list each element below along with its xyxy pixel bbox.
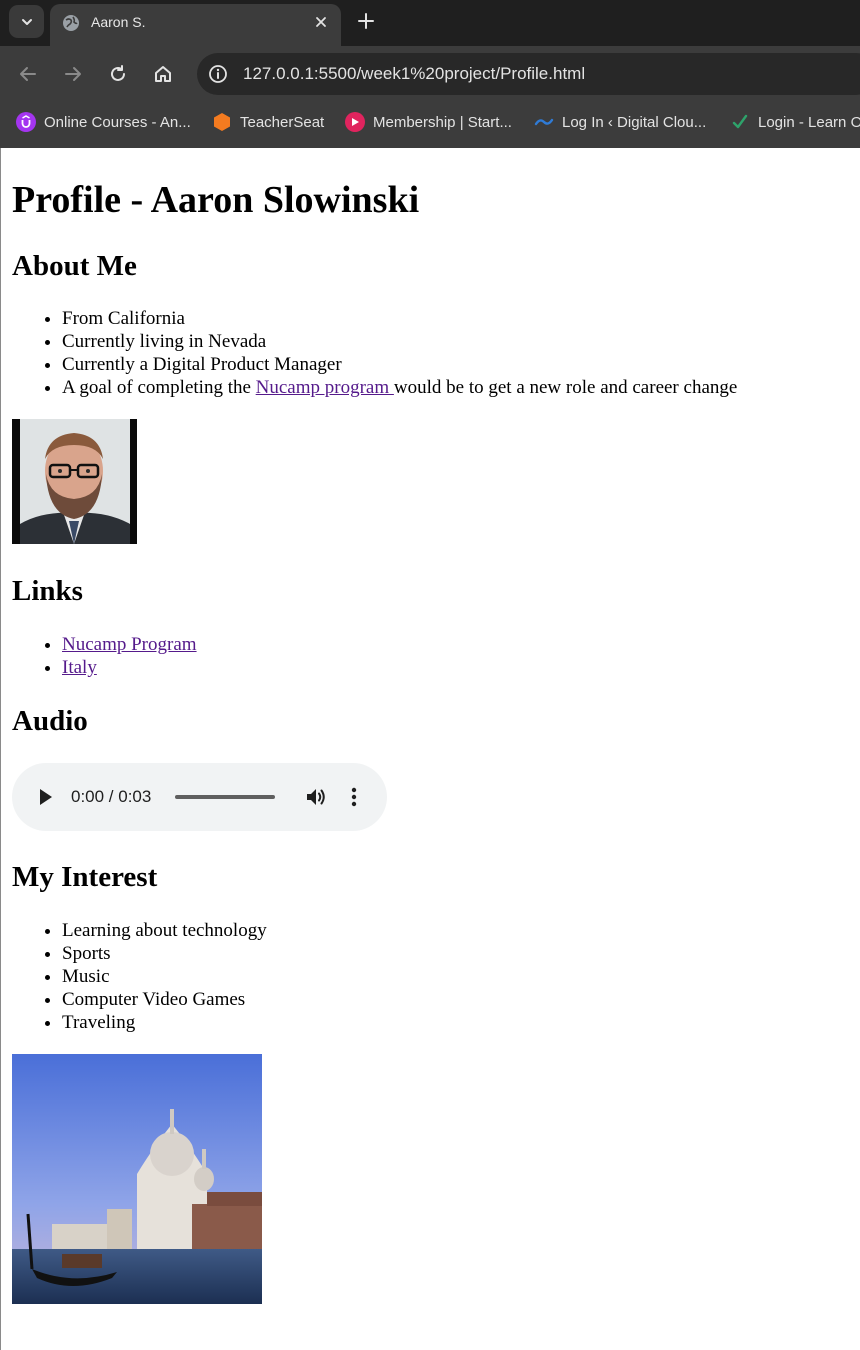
list-item: Currently a Digital Product Manager — [62, 353, 737, 376]
bookmark-label: Login - Learn O — [758, 113, 860, 131]
bookmark-item[interactable]: Log In ‹ Digital Clou... — [534, 111, 706, 133]
venice-photo — [12, 1054, 262, 1304]
new-tab-icon[interactable] — [356, 11, 376, 31]
back-arrow-icon[interactable] — [17, 63, 39, 85]
forward-arrow-icon[interactable] — [62, 63, 84, 85]
address-bar[interactable]: 127.0.0.1:5500/week1%20project/Profile.h… — [197, 53, 860, 95]
about-list: From California Currently living in Neva… — [12, 307, 737, 399]
audio-heading: Audio — [12, 705, 88, 737]
bookmark-label: TeacherSeat — [240, 113, 325, 131]
list-item: Sports — [62, 942, 267, 965]
links-heading: Links — [12, 575, 83, 607]
bookmark-label: Membership | Start... — [373, 113, 512, 131]
teacherseat-icon — [214, 113, 230, 131]
volume-icon[interactable] — [304, 785, 328, 809]
chevron-down-icon — [21, 18, 32, 25]
list-item: Computer Video Games — [62, 988, 267, 1011]
membership-icon — [345, 112, 365, 132]
bookmarks-bar: Online Courses - An... TeacherSeat Membe… — [0, 102, 860, 142]
list-item: Learning about technology — [62, 919, 267, 942]
audio-time: 0:00 / 0:03 — [71, 787, 152, 806]
play-icon[interactable] — [38, 787, 54, 807]
tab-strip: Aaron S. — [0, 0, 860, 46]
url-text: 127.0.0.1:5500/week1%20project/Profile.h… — [243, 64, 586, 83]
tab-search-button[interactable] — [9, 5, 44, 38]
bookmark-item[interactable]: TeacherSeat — [212, 111, 324, 133]
bookmark-label: Log In ‹ Digital Clou... — [562, 113, 707, 131]
browser-toolbar: 127.0.0.1:5500/week1%20project/Profile.h… — [0, 46, 860, 102]
list-item: Traveling — [62, 1011, 267, 1034]
reload-icon[interactable] — [107, 63, 129, 85]
globe-icon — [63, 15, 79, 31]
about-heading: About Me — [12, 250, 137, 282]
interests-list: Learning about technology Sports Music C… — [12, 919, 267, 1034]
site-info-icon[interactable] — [207, 63, 229, 85]
close-icon[interactable] — [313, 14, 329, 30]
profile-photo — [12, 419, 137, 544]
bookmark-label: Online Courses - An... — [44, 113, 191, 131]
digital-cloud-icon — [534, 118, 554, 126]
links-list: Nucamp Program Italy — [12, 633, 197, 679]
nucamp-link[interactable]: Nucamp Program — [62, 634, 197, 655]
checkmark-icon — [732, 114, 748, 129]
venice-image — [12, 1054, 262, 1304]
audio-player: 0:00 / 0:03 — [12, 763, 387, 831]
bookmark-item[interactable]: Login - Learn O — [730, 111, 860, 133]
interests-heading: My Interest — [12, 861, 158, 893]
bookmark-item[interactable]: Membership | Start... — [345, 111, 512, 133]
italy-link[interactable]: Italy — [62, 657, 97, 678]
home-icon[interactable] — [152, 63, 174, 85]
active-tab[interactable]: Aaron S. — [50, 4, 341, 46]
tab-title: Aaron S. — [91, 14, 146, 30]
browser-chrome: Aaron S. 127.0.0.1:5500/week1%20project/… — [0, 0, 860, 148]
audio-seek-bar[interactable] — [175, 795, 275, 799]
udemy-icon — [16, 112, 36, 132]
more-options-icon[interactable] — [344, 785, 364, 809]
list-item: Nucamp Program — [62, 633, 197, 656]
bookmark-item[interactable]: Online Courses - An... — [16, 111, 191, 133]
portrait-image — [12, 419, 137, 544]
page-viewport: Profile - Aaron Slowinski About Me From … — [0, 148, 860, 1350]
page-title: Profile - Aaron Slowinski — [12, 179, 420, 221]
list-item: Currently living in Nevada — [62, 330, 737, 353]
goal-suffix: would be to get a new role and career ch… — [393, 377, 738, 398]
goal-prefix: A goal of completing the — [62, 377, 256, 398]
list-item: From California — [62, 307, 737, 330]
list-item: Music — [62, 965, 267, 988]
nucamp-program-link[interactable]: Nucamp program — [256, 377, 394, 398]
list-item: A goal of completing the Nucamp program … — [62, 376, 737, 399]
list-item: Italy — [62, 656, 197, 679]
